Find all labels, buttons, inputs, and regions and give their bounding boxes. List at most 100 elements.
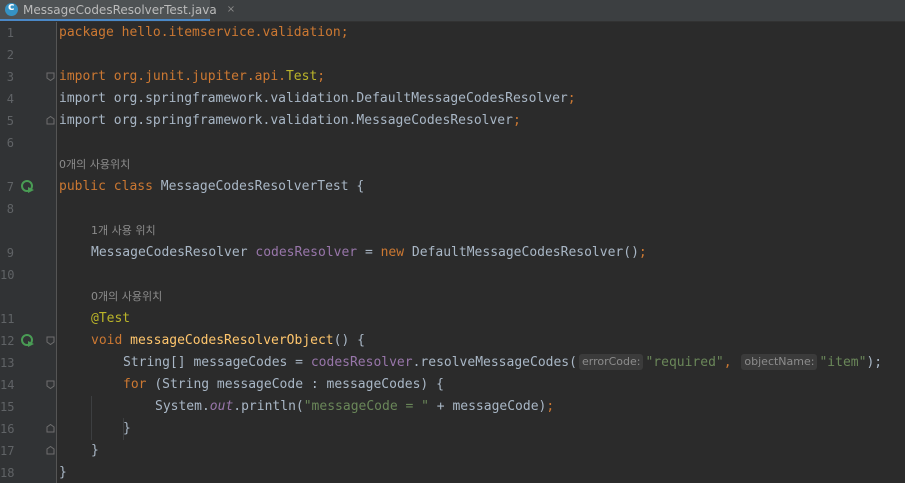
keyword: for	[123, 377, 155, 392]
code-text[interactable]: import org.springframework.validation.Me…	[59, 110, 521, 132]
import-text: import org.springframework.validation.Me…	[59, 113, 513, 128]
keyword: package hello.itemservice.validation;	[59, 25, 349, 40]
tab-filename[interactable]: MessageCodesResolverTest.java	[23, 3, 217, 17]
code-line-15: 15 System.out.println("messageCode = " +…	[0, 396, 905, 418]
string-literal: "required"	[645, 355, 724, 370]
editor-tab-bar: MessageCodesResolverTest.java ×	[0, 0, 905, 22]
line-number: 16	[0, 422, 15, 436]
editor-tab[interactable]: MessageCodesResolverTest.java ×	[0, 0, 235, 21]
method-call: .println(	[233, 399, 304, 414]
line-number: 3	[6, 70, 14, 84]
line-number: 15	[0, 400, 15, 414]
import-class: Test	[285, 69, 318, 84]
punctuation: );	[866, 355, 883, 370]
run-test-icon[interactable]	[21, 334, 35, 348]
line-number: 9	[6, 246, 14, 260]
line-number: 2	[6, 48, 14, 62]
code-text[interactable]: }	[59, 462, 67, 483]
closing-brace: }	[91, 443, 99, 458]
fold-marker-icon[interactable]	[46, 116, 55, 125]
code-line-13: 13 String[] messageCodes = codesResolver…	[0, 352, 905, 374]
closing-brace: }	[59, 465, 67, 480]
semicolon: ;	[546, 399, 555, 414]
static-field: out	[209, 399, 234, 414]
code-line-11: 11 @Test	[0, 308, 905, 330]
code-line-14: 14 for (String messageCode : messageCode…	[0, 374, 905, 396]
code-line-10: 10	[0, 264, 905, 286]
semicolon: ;	[317, 69, 326, 84]
line-number: 14	[0, 378, 15, 392]
code-line-1: 1 package hello.itemservice.validation;	[0, 22, 905, 44]
fold-marker-icon[interactable]	[46, 336, 55, 345]
code-text[interactable]: package hello.itemservice.validation;	[59, 22, 349, 44]
code-text[interactable]: String[] messageCodes = codesResolver.re…	[123, 352, 882, 374]
code-text[interactable]: import org.junit.jupiter.api.Test;	[59, 66, 325, 88]
line-number: 7	[6, 180, 14, 194]
code-line-6: 6	[0, 132, 905, 154]
code-text[interactable]: for (String messageCode : messageCodes) …	[123, 374, 444, 396]
loop-header: (String messageCode : messageCodes) {	[154, 377, 444, 392]
fold-marker-icon[interactable]	[46, 72, 55, 81]
code-line-3: 3 import org.junit.jupiter.api.Test;	[0, 66, 905, 88]
code-line-7: 7 public class MessageCodesResolverTest …	[0, 176, 905, 198]
keyword: new	[380, 245, 412, 260]
code-line-5: 5 import org.springframework.validation.…	[0, 110, 905, 132]
code-line-17: 17 }	[0, 440, 905, 462]
usage-lens-row: 0개의 사용위치	[0, 154, 905, 176]
code-text[interactable]: @Test	[91, 308, 130, 330]
operator: =	[357, 245, 381, 260]
run-test-icon[interactable]	[21, 180, 35, 194]
code-text[interactable]: }	[123, 418, 131, 440]
code-text[interactable]: import org.springframework.validation.De…	[59, 88, 576, 110]
class-name: MessageCodesResolverTest {	[160, 179, 365, 194]
parameter-hint: objectName:	[741, 354, 818, 370]
import-text: import org.junit.jupiter.api.	[59, 69, 286, 84]
line-number: 5	[6, 114, 14, 128]
code-text[interactable]: MessageCodesResolver codesResolver = new…	[91, 242, 647, 264]
field-name: codesResolver	[255, 245, 358, 260]
usage-count-lens[interactable]: 0개의 사용위치	[59, 154, 130, 176]
closing-brace: }	[123, 421, 131, 436]
code-text[interactable]: }	[91, 440, 99, 462]
line-number: 11	[0, 312, 15, 326]
code-line-4: 4 import org.springframework.validation.…	[0, 88, 905, 110]
line-number: 12	[0, 334, 15, 348]
string-literal: "messageCode = "	[303, 399, 429, 414]
tab-close-icon[interactable]: ×	[227, 4, 235, 15]
code-line-18: 18 }	[0, 462, 905, 483]
line-number: 1	[6, 26, 14, 40]
method-call: .resolveMessageCodes(	[412, 355, 577, 370]
usage-lens-row: 1개 사용 위치	[0, 220, 905, 242]
fold-marker-icon[interactable]	[46, 380, 55, 389]
fold-marker-icon[interactable]	[46, 446, 55, 455]
code-text[interactable]: void messageCodesResolverObject() {	[91, 330, 365, 352]
keyword: void	[91, 333, 131, 348]
code-editor[interactable]: 1 package hello.itemservice.validation; …	[0, 22, 905, 483]
import-text: import org.springframework.validation.De…	[59, 91, 568, 106]
keyword: public class	[59, 179, 161, 194]
semicolon: ;	[567, 91, 576, 106]
line-number: 6	[6, 136, 14, 150]
line-number: 17	[0, 444, 15, 458]
line-number: 13	[0, 356, 15, 370]
code-line-9: 9 MessageCodesResolver codesResolver = n…	[0, 242, 905, 264]
method-name: messageCodesResolverObject	[130, 333, 334, 348]
code-text[interactable]: public class MessageCodesResolverTest {	[59, 176, 364, 198]
usage-count-lens[interactable]: 0개의 사용위치	[91, 286, 162, 308]
line-number: 18	[0, 466, 15, 480]
line-number: 8	[6, 202, 14, 216]
fold-marker-icon[interactable]	[46, 424, 55, 433]
type-name: MessageCodesResolver	[91, 245, 256, 260]
code-line-2: 2	[0, 44, 905, 66]
usage-count-lens[interactable]: 1개 사용 위치	[91, 220, 156, 242]
code-text[interactable]: System.out.println("messageCode = " + me…	[155, 396, 554, 418]
code-line-12: 12 void messageCodesResolverObject() {	[0, 330, 905, 352]
comma: ,	[723, 355, 732, 370]
constructor-call: DefaultMessageCodesResolver()	[411, 245, 639, 260]
parameter-hint: errorCode:	[578, 354, 644, 370]
declaration: String[] messageCodes =	[123, 355, 311, 370]
code-line-16: 16 }	[0, 418, 905, 440]
annotation: @Test	[91, 311, 131, 326]
java-class-icon	[5, 0, 18, 16]
line-number: 10	[0, 268, 15, 282]
